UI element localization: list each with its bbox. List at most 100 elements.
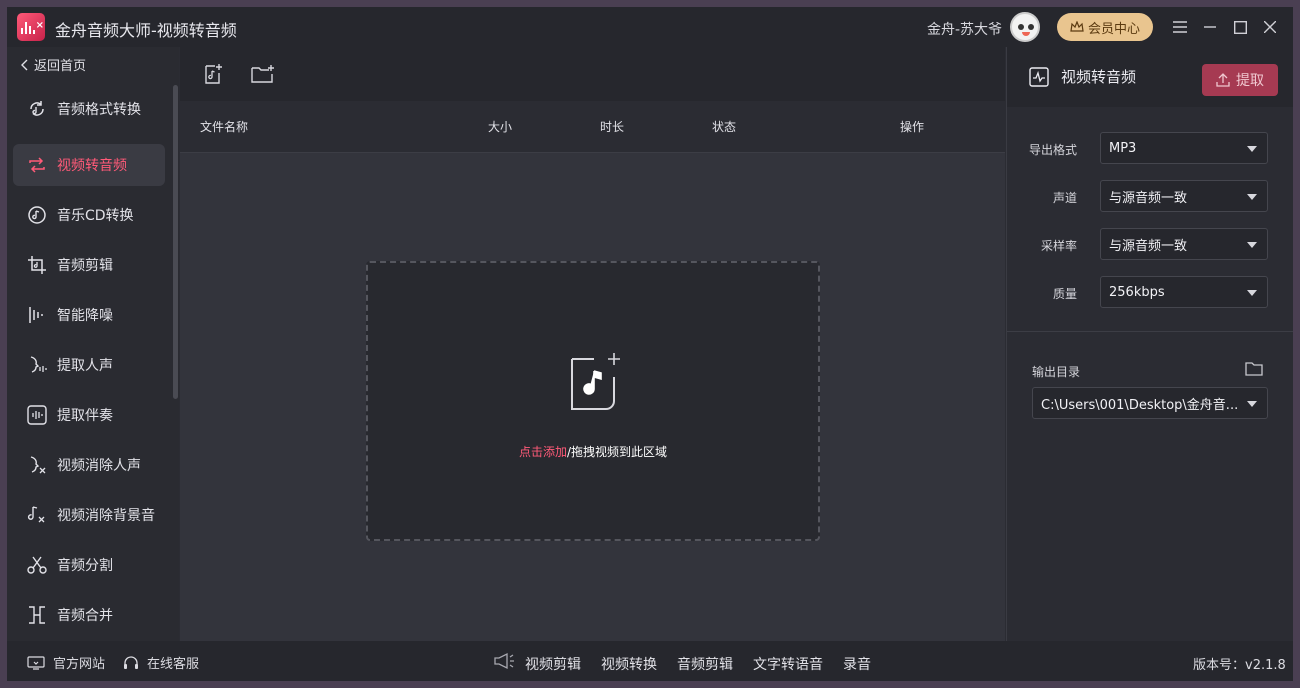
- divider: [1007, 331, 1293, 332]
- sidebar-item-cd[interactable]: 音乐CD转换: [13, 194, 165, 236]
- sidebar-item-audio-convert[interactable]: 音频格式转换: [13, 88, 165, 130]
- output-dir-select[interactable]: C:\Users\001\Desktop\金舟音...: [1032, 387, 1268, 419]
- folder-icon[interactable]: [1245, 361, 1263, 376]
- sidebar-item-remove-vocal[interactable]: 视频消除人声: [13, 444, 165, 486]
- online-service-link[interactable]: 在线客服: [123, 653, 199, 672]
- add-audio-file-icon[interactable]: [568, 351, 628, 415]
- scissors-icon: [27, 556, 47, 574]
- extract-button[interactable]: 提取: [1202, 64, 1278, 96]
- chevron-down-icon: [1247, 242, 1257, 248]
- back-label: 返回首页: [34, 59, 87, 74]
- version-label: 版本号：v2.1.8: [1193, 658, 1286, 673]
- channel-value: 与源音频一致: [1109, 190, 1188, 206]
- chevron-left-icon: [21, 59, 28, 70]
- sidebar-item-denoise[interactable]: 智能降噪: [13, 294, 165, 336]
- bottom-link-audio-edit[interactable]: 音频剪辑: [677, 654, 733, 674]
- upload-icon: [1216, 73, 1230, 87]
- back-home-link[interactable]: 返回首页: [21, 55, 86, 74]
- column-header-name: 文件名称: [200, 120, 249, 134]
- add-folder-icon[interactable]: [250, 61, 276, 87]
- add-file-icon[interactable]: [201, 61, 227, 87]
- remove-bg-icon: [27, 506, 45, 523]
- sidebar-item-extract-vocal[interactable]: 提取人声: [13, 344, 165, 386]
- close-icon[interactable]: [1260, 17, 1280, 37]
- app-logo: ×: [17, 13, 45, 41]
- drop-zone[interactable]: 点击添加/拖拽视频到此区域: [366, 261, 820, 541]
- main-area: 文件名称 大小 时长 状态 操作 点击添加/拖拽视频到此区域: [180, 47, 1005, 641]
- bottom-bar: 官方网站 在线客服 视频剪辑 视频转换 音频剪辑 文字转语音 录音 版本号：v2…: [7, 641, 1293, 681]
- column-header-duration: 时长: [600, 120, 625, 134]
- sidebar-item-label: 音频格式转换: [57, 102, 141, 118]
- sidebar-scrollbar[interactable]: [173, 85, 178, 399]
- sample-rate-label: 采样率: [1040, 239, 1077, 253]
- sidebar-item-label: 视频消除人声: [57, 458, 141, 474]
- website-label: 官方网站: [53, 657, 106, 672]
- bottom-link-video-edit[interactable]: 视频剪辑: [525, 654, 581, 674]
- user-name[interactable]: 金舟-苏大爷: [927, 19, 1002, 39]
- chevron-down-icon: [1247, 401, 1257, 407]
- settings-panel-header: 视频转音频 提取: [1007, 47, 1293, 107]
- toolbar: [180, 47, 1005, 101]
- sidebar-item-extract-accompaniment[interactable]: 提取伴奏: [13, 394, 165, 436]
- app-title: 金舟音频大师-视频转音频: [55, 21, 237, 40]
- waveform-icon: [1029, 67, 1049, 87]
- output-dir-label: 输出目录: [1032, 365, 1081, 379]
- service-label: 在线客服: [147, 657, 200, 672]
- vip-label: 会员中心: [1087, 21, 1140, 37]
- format-select[interactable]: MP3: [1100, 132, 1268, 164]
- sidebar-item-audio-edit[interactable]: 音频剪辑: [13, 244, 165, 286]
- vocal-icon: [30, 356, 47, 373]
- sidebar-item-video-to-audio[interactable]: 视频转音频: [13, 144, 165, 186]
- settings-panel-title: 视频转音频: [1061, 68, 1137, 86]
- chevron-down-icon: [1247, 290, 1257, 296]
- chevron-down-icon: [1247, 146, 1257, 152]
- channel-select[interactable]: 与源音频一致: [1100, 180, 1268, 212]
- minimize-icon[interactable]: [1200, 17, 1220, 37]
- official-website-link[interactable]: 官方网站: [27, 653, 105, 672]
- file-table-header: 文件名称 大小 时长 状态 操作: [180, 101, 1005, 153]
- video-to-audio-icon: [29, 157, 45, 173]
- title-bar: × 金舟音频大师-视频转音频 金舟-苏大爷 会员中心: [7, 7, 1293, 47]
- avatar[interactable]: [1010, 12, 1040, 42]
- column-header-action: 操作: [900, 120, 925, 134]
- sidebar-item-label: 音乐CD转换: [57, 208, 134, 224]
- format-label: 导出格式: [1028, 143, 1077, 157]
- app-window: × 金舟音频大师-视频转音频 金舟-苏大爷 会员中心 返回首页 音频格式转换 视…: [7, 7, 1293, 681]
- headset-icon: [124, 655, 138, 669]
- sample-rate-select[interactable]: 与源音频一致: [1100, 228, 1268, 260]
- sample-rate-value: 与源音频一致: [1109, 238, 1188, 254]
- sidebar-item-label: 视频转音频: [57, 158, 127, 174]
- bottom-link-tts[interactable]: 文字转语音: [753, 654, 823, 674]
- audio-edit-icon: [28, 256, 46, 274]
- vip-center-button[interactable]: 会员中心: [1057, 13, 1153, 41]
- click-add-link[interactable]: 点击添加: [519, 445, 567, 459]
- column-header-size: 大小: [488, 120, 513, 134]
- sidebar-item-label: 智能降噪: [57, 308, 113, 324]
- settings-panel: 视频转音频 提取 导出格式 MP3 声道 与源音频一致 采样率 与源音频一致 质…: [1006, 47, 1293, 641]
- bottom-link-video-convert[interactable]: 视频转换: [601, 654, 657, 674]
- quality-value: 256kbps: [1109, 284, 1165, 300]
- sidebar-item-merge[interactable]: 音频合并: [13, 594, 165, 636]
- sidebar-item-label: 提取伴奏: [57, 408, 113, 424]
- menu-icon[interactable]: [1170, 17, 1190, 37]
- cd-icon: [28, 206, 46, 224]
- sidebar-item-label: 提取人声: [57, 358, 113, 374]
- column-header-status: 状态: [712, 120, 737, 134]
- chevron-down-icon: [1247, 194, 1257, 200]
- sidebar-item-split[interactable]: 音频分割: [13, 544, 165, 586]
- crown-icon: [1070, 21, 1084, 32]
- megaphone-icon: [494, 652, 514, 670]
- monitor-icon: [27, 655, 45, 670]
- remove-vocal-icon: [30, 456, 46, 474]
- sidebar-item-label: 音频分割: [57, 558, 113, 574]
- quality-select[interactable]: 256kbps: [1100, 276, 1268, 308]
- merge-icon: [29, 606, 45, 624]
- extract-label: 提取: [1236, 73, 1264, 89]
- format-value: MP3: [1109, 140, 1137, 156]
- denoise-icon: [29, 307, 43, 323]
- sidebar-item-remove-bg[interactable]: 视频消除背景音: [13, 494, 165, 536]
- sidebar-item-label: 音频剪辑: [57, 258, 113, 274]
- sidebar-item-label: 音频合并: [57, 608, 113, 624]
- maximize-icon[interactable]: [1230, 17, 1250, 37]
- bottom-link-record[interactable]: 录音: [843, 654, 871, 674]
